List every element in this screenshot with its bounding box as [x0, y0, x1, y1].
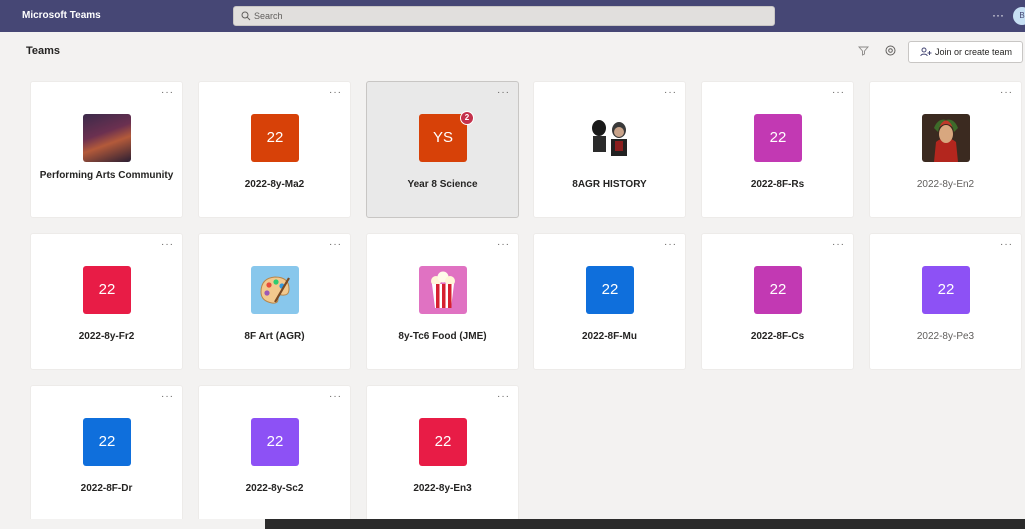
more-options-button[interactable]: ···: [992, 0, 1004, 30]
team-more-button[interactable]: ···: [1000, 239, 1013, 250]
team-card-8f-art-agr[interactable]: ··· 8F Art (AGR): [198, 233, 351, 370]
team-tile: 22: [922, 266, 970, 314]
team-more-button[interactable]: ···: [497, 239, 510, 250]
team-more-button[interactable]: ···: [1000, 87, 1013, 98]
team-name: 8y-Tc6 Food (JME): [398, 331, 487, 342]
team-name: 2022-8F-Dr: [80, 483, 133, 494]
team-card-2022-8f-cs[interactable]: ··· 22 2022-8F-Cs: [701, 233, 854, 370]
team-name: 2022-8y-Sc2: [245, 483, 304, 494]
team-more-button[interactable]: ···: [161, 87, 174, 98]
team-more-button[interactable]: ···: [161, 239, 174, 250]
paint-palette-icon: [251, 266, 299, 314]
team-more-button[interactable]: ···: [161, 391, 174, 402]
join-or-create-team-label: Join or create team: [935, 47, 1013, 57]
team-card-2022-8f-dr[interactable]: ··· 22 2022-8F-Dr: [30, 385, 183, 522]
team-card-2022-8y-sc2[interactable]: ··· 22 2022-8y-Sc2: [198, 385, 351, 522]
gear-icon[interactable]: [884, 44, 897, 57]
team-tile: 22: [586, 266, 634, 314]
people-add-icon: [920, 47, 932, 57]
portrait-painting-icon: [922, 114, 970, 162]
filter-icon[interactable]: [858, 45, 869, 56]
team-tile: 22: [251, 114, 299, 162]
team-card-2022-8f-rs[interactable]: ··· 22 2022-8F-Rs: [701, 81, 854, 218]
team-more-button[interactable]: ···: [664, 239, 677, 250]
team-name: 2022-8y-En2: [916, 179, 975, 190]
team-name: 2022-8y-Pe3: [916, 331, 975, 342]
join-or-create-team-button[interactable]: Join or create team: [908, 41, 1023, 63]
team-card-8agr-history[interactable]: ··· 8AGR HISTORY: [533, 81, 686, 218]
team-more-button[interactable]: ···: [329, 239, 342, 250]
team-card-2022-8y-fr2[interactable]: ··· 22 2022-8y-Fr2: [30, 233, 183, 370]
team-name: 8AGR HISTORY: [572, 179, 647, 190]
team-name: Year 8 Science: [407, 179, 478, 190]
team-card-performing-arts-community[interactable]: ··· Performing Arts Community: [30, 81, 183, 218]
team-tile: 22: [419, 418, 467, 466]
team-tile: 22: [83, 266, 131, 314]
top-bar: Microsoft Teams Search ··· B: [0, 0, 1025, 32]
team-card-8y-tc6-food-jme[interactable]: ··· 8y-Tc6 Food (JME): [366, 233, 519, 370]
team-name: 2022-8y-Ma2: [244, 179, 305, 190]
team-more-button[interactable]: ···: [329, 391, 342, 402]
team-name: 2022-8y-Fr2: [78, 331, 135, 342]
theatre-photo-icon: [83, 114, 131, 162]
team-card-2022-8y-ma2[interactable]: ··· 22 2022-8y-Ma2: [198, 81, 351, 218]
avatar[interactable]: B: [1013, 7, 1025, 25]
team-card-year-8-science[interactable]: ··· YS 2 Year 8 Science: [366, 81, 519, 218]
team-tile: 22: [251, 418, 299, 466]
team-card-2022-8f-mu[interactable]: ··· 22 2022-8F-Mu: [533, 233, 686, 370]
history-figures-photo-icon: [586, 114, 634, 162]
os-taskbar: [0, 519, 1025, 529]
team-name: 2022-8y-En3: [413, 483, 472, 494]
team-more-button[interactable]: ···: [832, 239, 845, 250]
search-input[interactable]: Search: [233, 6, 775, 26]
team-more-button[interactable]: ···: [497, 87, 510, 98]
popcorn-icon: [419, 266, 467, 314]
team-card-2022-8y-en3[interactable]: ··· 22 2022-8y-En3: [366, 385, 519, 522]
team-name: Performing Arts Community: [39, 170, 174, 181]
search-placeholder: Search: [254, 11, 283, 21]
team-card-2022-8y-pe3[interactable]: ··· 22 2022-8y-Pe3: [869, 233, 1022, 370]
team-name: 8F Art (AGR): [244, 331, 305, 342]
team-name: 2022-8F-Mu: [581, 331, 637, 342]
team-more-button[interactable]: ···: [497, 391, 510, 402]
team-name: 2022-8F-Rs: [750, 179, 805, 190]
team-name: 2022-8F-Cs: [750, 331, 805, 342]
team-tile: 22: [754, 114, 802, 162]
taskbar-left-segment: [0, 519, 265, 529]
notification-badge: 2: [460, 111, 474, 125]
team-more-button[interactable]: ···: [664, 87, 677, 98]
team-more-button[interactable]: ···: [329, 87, 342, 98]
page-title: Teams: [26, 45, 61, 57]
search-icon: [241, 11, 251, 21]
team-card-2022-8y-en2[interactable]: ··· 2022-8y-En2: [869, 81, 1022, 218]
team-tile: 22: [83, 418, 131, 466]
team-more-button[interactable]: ···: [832, 87, 845, 98]
team-tile: 22: [754, 266, 802, 314]
app-title: Microsoft Teams: [22, 10, 101, 21]
